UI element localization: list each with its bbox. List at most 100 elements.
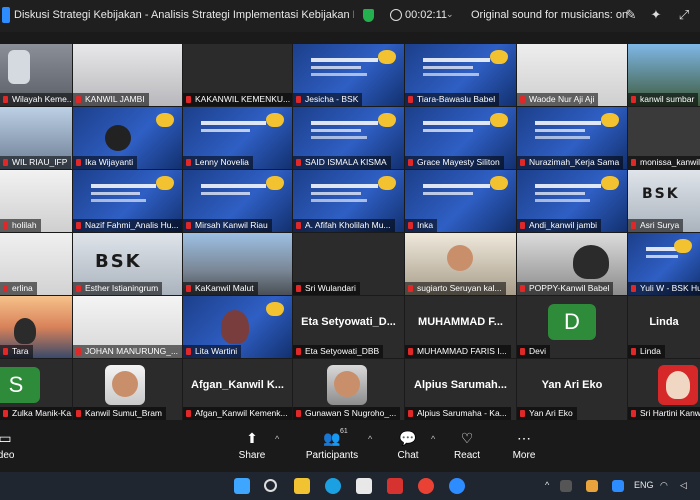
participant-tile[interactable]: Sri Hartini Kanw: [628, 359, 700, 420]
participant-tile[interactable]: KaKanwil Malut: [183, 233, 292, 295]
search-icon[interactable]: [264, 479, 277, 492]
avatar: [658, 365, 698, 405]
participant-name: Devi: [517, 345, 551, 358]
zoom-taskbar-icon[interactable]: [449, 478, 465, 494]
original-sound-status[interactable]: Original sound for musicians: on: [471, 9, 628, 21]
participant-tile[interactable]: Wilayah Keme...: [0, 44, 72, 106]
participants-options-chevron-icon[interactable]: ^: [368, 434, 372, 444]
chrome-browser-icon[interactable]: [418, 478, 434, 494]
slide-text: [423, 58, 490, 62]
participant-tile[interactable]: Ika Wijayanti: [73, 107, 182, 169]
edit-icon[interactable]: ✎: [623, 7, 639, 23]
participant-name: Lita Wartini: [183, 345, 242, 358]
participant-tile[interactable]: BSK Asri Surya: [628, 170, 700, 232]
participant-name: Esther Istianingrum: [73, 282, 163, 295]
participant-tile[interactable]: Andi_kanwil jambi: [517, 170, 627, 232]
wifi-icon[interactable]: ◠: [660, 480, 668, 491]
participant-tile[interactable]: Grace Mayesty Siliton: [405, 107, 516, 169]
tray-app-icon[interactable]: [560, 480, 572, 492]
bsk-logo: BSK: [642, 186, 680, 202]
participant-tile[interactable]: sugiarto Seruyan kal...: [405, 233, 516, 295]
tray-zoom-icon[interactable]: [612, 480, 624, 492]
participant-tile[interactable]: SAID ISMALA KISMA: [293, 107, 404, 169]
participant-video: [8, 50, 30, 84]
participant-tile[interactable]: BSK Esther Istianingrum: [73, 233, 182, 295]
wps-office-icon[interactable]: [387, 478, 403, 494]
participant-tile[interactable]: KANWIL JAMBI: [73, 44, 182, 106]
participant-tile[interactable]: MUHAMMAD F... MUHAMMAD FARIS I...: [405, 296, 516, 358]
participant-tile[interactable]: WIL RIAU_IFP: [0, 107, 72, 169]
participant-tile[interactable]: monissa_kanwil: [628, 107, 700, 169]
keyboard-language[interactable]: ENG: [634, 480, 654, 490]
slide-text: [91, 184, 157, 188]
participant-tile[interactable]: D Devi: [517, 296, 627, 358]
participant-tile[interactable]: Yan Ari Eko Yan Ari Eko: [517, 359, 627, 420]
participant-tile[interactable]: erlina: [0, 233, 72, 295]
participant-tile[interactable]: JOHAN MANURUNG_...: [73, 296, 182, 358]
file-explorer-icon[interactable]: [294, 478, 310, 494]
participant-name: Zulka Manik-Ka...: [0, 407, 72, 420]
participant-name: POPPY-Kanwil Babel: [517, 282, 614, 295]
participants-label: Participants: [305, 450, 359, 461]
slide-text: [535, 121, 601, 125]
more-dots-icon: ⋯: [517, 430, 531, 446]
participant-tile[interactable]: Mirsah Kanwil Riau: [183, 170, 292, 232]
participant-tile[interactable]: Yuli W - BSK Hu: [628, 233, 700, 295]
participant-tile[interactable]: Waode Nur Aji Aji: [517, 44, 627, 106]
sparkle-icon[interactable]: ✦: [648, 7, 664, 23]
fullscreen-icon[interactable]: ⤢: [676, 7, 692, 23]
participant-tile[interactable]: kanwil sumbar: [628, 44, 700, 106]
more-label: More: [512, 450, 536, 461]
participant-tile[interactable]: Sri Wulandari: [293, 233, 404, 295]
slide-text: [535, 192, 585, 195]
participant-tile[interactable]: Tiara-Bawaslu Babel: [405, 44, 516, 106]
participant-tile[interactable]: Eta Setyowati_D... Eta Setyowati_DBB: [293, 296, 404, 358]
share-label: Share: [238, 450, 266, 461]
participant-name: KaKanwil Malut: [183, 282, 258, 295]
security-shield-icon[interactable]: [363, 9, 374, 22]
participant-tile[interactable]: Nurazimah_Kerja Sama: [517, 107, 627, 169]
windows-start-icon[interactable]: [234, 478, 250, 494]
participant-tile[interactable]: POPPY-Kanwil Babel: [517, 233, 627, 295]
slide-text: [311, 129, 361, 132]
share-options-chevron-icon[interactable]: ^: [275, 434, 279, 444]
store-icon[interactable]: [356, 478, 372, 494]
participant-tile[interactable]: Tara: [0, 296, 72, 358]
slide-text: [535, 199, 590, 202]
participant-tile[interactable]: Nazif Fahmi_Analis Hu...: [73, 170, 182, 232]
edge-browser-icon[interactable]: [325, 478, 341, 494]
participant-name: Wilayah Keme...: [0, 93, 72, 106]
slide-text: [311, 199, 367, 202]
participant-name: Tiara-Bawaslu Babel: [405, 93, 500, 106]
slide-text: [201, 121, 267, 125]
volume-icon[interactable]: ◁: [680, 480, 687, 491]
participant-tile[interactable]: Linda Linda: [628, 296, 700, 358]
participant-tile[interactable]: Lita Wartini: [183, 296, 292, 358]
slide-text: [311, 73, 367, 76]
tray-chevron-icon[interactable]: ^: [545, 480, 549, 490]
slide-text: [423, 184, 490, 188]
participant-tile[interactable]: Alpius Sarumah... Alpius Sarumaha - Ka..…: [405, 359, 516, 420]
participant-tile[interactable]: Jesicha - BSK: [293, 44, 404, 106]
participants-button[interactable]: 👥 61 Participants: [297, 428, 367, 461]
participant-tile[interactable]: Lenny Novelia: [183, 107, 292, 169]
participant-display-name: Alpius Sarumah...: [414, 379, 507, 391]
participant-name: kanwil sumbar: [628, 93, 699, 106]
participant-tile[interactable]: S Zulka Manik-Ka...: [0, 359, 72, 420]
slide-text: [91, 192, 141, 195]
participant-tile[interactable]: A. Afifah Kholilah Mu...: [293, 170, 404, 232]
participant-name: Jesicha - BSK: [293, 93, 363, 106]
participant-tile[interactable]: Kanwil Sumut_Bram: [73, 359, 182, 420]
chevron-down-icon[interactable]: ⌄: [446, 9, 454, 20]
video-button[interactable]: ▭ ideo: [0, 430, 40, 461]
participant-tile[interactable]: Afgan_Kanwil K... Afgan_Kanwil Kemenk...: [183, 359, 292, 420]
tray-app-icon[interactable]: [586, 480, 598, 492]
participant-tile[interactable]: holilah: [0, 170, 72, 232]
participant-tile[interactable]: Inka: [405, 170, 516, 232]
participant-video: [573, 245, 609, 279]
avatar: [105, 365, 145, 405]
participant-tile[interactable]: KAKANWIL KEMENKU...: [183, 44, 292, 106]
participant-tile[interactable]: Gunawan S Nugroho_...: [293, 359, 404, 420]
participant-display-name: Eta Setyowati_D...: [301, 316, 396, 328]
more-button[interactable]: ⋯ More: [489, 430, 559, 461]
